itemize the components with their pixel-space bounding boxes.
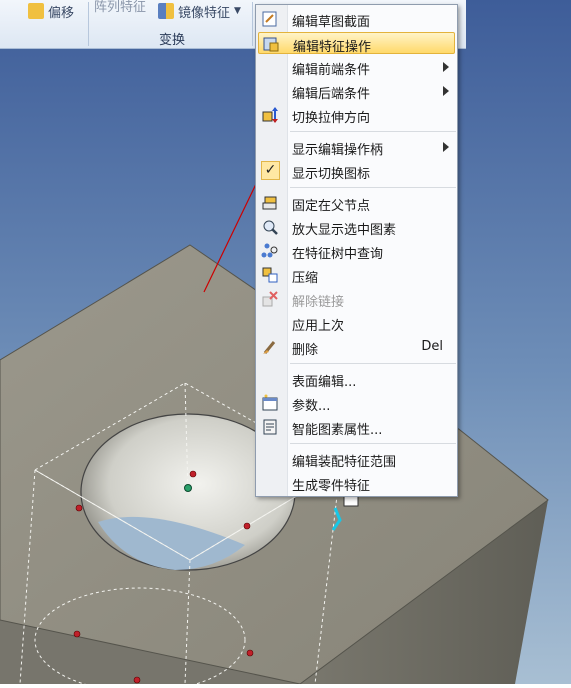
- menu-item-label: 固定在父节点: [292, 199, 371, 214]
- menu-item-query-tree[interactable]: 在特征树中查询: [258, 240, 455, 262]
- submenu-arrow-icon: [443, 62, 449, 72]
- menu-item-unlink[interactable]: 解除链接: [258, 288, 455, 310]
- unlink-icon: [262, 291, 278, 307]
- menu-separator: [290, 187, 456, 188]
- tree-search-icon: [261, 243, 278, 258]
- suppress-icon: [262, 267, 278, 283]
- flip-direction-icon: [262, 107, 278, 123]
- anchor-handle: [184, 484, 192, 492]
- menu-item-label: 参数...: [292, 399, 331, 414]
- menu-item-label: 切换拉伸方向: [292, 111, 371, 126]
- submenu-arrow-icon: [443, 142, 449, 152]
- menu-item-surface-edit[interactable]: 表面编辑...: [258, 368, 455, 390]
- menu-item-label: 编辑前端条件: [292, 63, 371, 78]
- shortcut-label: Del: [421, 339, 443, 354]
- menu-item-label: 放大显示选中图素: [292, 223, 397, 238]
- array-label: 阵列特征: [94, 0, 147, 15]
- menu-separator: [290, 131, 456, 132]
- menu-item-label: 显示切换图标: [292, 167, 371, 182]
- menu-item-label: 压缩: [292, 271, 319, 286]
- menu-separator: [290, 443, 456, 444]
- mirror-icon: [158, 3, 174, 19]
- menu-item-edit-sketch[interactable]: 编辑草图截面: [258, 8, 455, 30]
- move-button[interactable]: 偏移: [28, 0, 74, 22]
- mirror-feature-button[interactable]: 镜像特征 ▼: [158, 0, 241, 22]
- menu-item-zoom-selection[interactable]: 放大显示选中图素: [258, 216, 455, 238]
- chevron-down-icon: ▼: [234, 6, 241, 16]
- move-icon: [28, 3, 44, 19]
- mirror-label: 镜像特征: [178, 5, 231, 21]
- menu-item-pin-parent[interactable]: 固定在父节点: [258, 192, 455, 214]
- menu-item-edit-front-condition[interactable]: 编辑前端条件: [258, 56, 455, 78]
- menu-item-label: 编辑后端条件: [292, 87, 371, 102]
- parameters-icon: [262, 394, 278, 411]
- menu-item-smart-properties[interactable]: 智能图素属性...: [258, 416, 455, 438]
- menu-item-label: 生成零件特征: [292, 479, 371, 494]
- menu-item-label: 显示编辑操作柄: [292, 143, 384, 158]
- menu-item-label: 删除: [292, 343, 319, 358]
- checkmark-icon: ✓: [261, 161, 280, 180]
- menu-separator: [290, 363, 456, 364]
- array-button[interactable]: 阵列特征: [94, 0, 146, 16]
- transform-group-label: 变换: [158, 33, 185, 48]
- menu-item-label: 解除链接: [292, 295, 345, 310]
- menu-item-label: 应用上次: [292, 319, 345, 334]
- properties-icon: [263, 419, 277, 435]
- menu-item-parameters[interactable]: 参数...: [258, 392, 455, 414]
- menu-item-generate-part-feature[interactable]: 生成零件特征: [258, 472, 455, 494]
- menu-item-apply-last[interactable]: 应用上次: [258, 312, 455, 334]
- menu-item-label: 在特征树中查询: [292, 247, 384, 262]
- menu-item-edit-assembly-range[interactable]: 编辑装配特征范围: [258, 448, 455, 470]
- menu-item-flip-direction[interactable]: 切换拉伸方向: [258, 104, 455, 126]
- feature-edit-icon: [263, 37, 279, 52]
- ribbon-separator: [252, 2, 253, 46]
- zoom-selection-icon: [263, 220, 278, 235]
- delete-brush-icon: [263, 341, 276, 354]
- menu-item-label: 编辑特征操作: [293, 40, 372, 55]
- submenu-arrow-icon: [443, 86, 449, 96]
- menu-item-delete[interactable]: 删除 Del: [258, 336, 455, 358]
- context-menu: 编辑草图截面 编辑特征操作 编辑前端条件 编辑后端条件 切换拉伸方向 显示编辑操…: [255, 4, 458, 497]
- pin-parent-icon: [262, 196, 277, 210]
- move-label: 偏移: [48, 5, 75, 21]
- menu-item-show-toggle-icon[interactable]: ✓ 显示切换图标: [258, 160, 455, 182]
- menu-item-label: 智能图素属性...: [292, 423, 383, 438]
- menu-item-edit-back-condition[interactable]: 编辑后端条件: [258, 80, 455, 102]
- ribbon-separator: [88, 2, 89, 46]
- menu-item-label: 编辑草图截面: [292, 15, 371, 30]
- menu-item-show-handles[interactable]: 显示编辑操作柄: [258, 136, 455, 158]
- menu-item-edit-feature[interactable]: 编辑特征操作: [258, 32, 455, 55]
- menu-item-label: 编辑装配特征范围: [292, 455, 397, 470]
- menu-item-suppress[interactable]: 压缩: [258, 264, 455, 286]
- menu-item-label: 表面编辑...: [292, 375, 357, 390]
- sketch-edit-icon: [262, 11, 277, 27]
